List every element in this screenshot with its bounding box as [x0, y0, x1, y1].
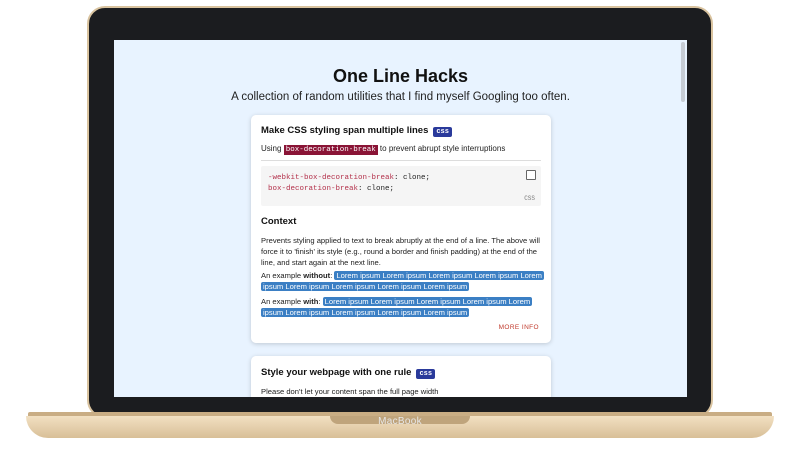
example-separator: : — [318, 297, 323, 306]
code-block: -webkit-box-decoration-break: clone; box… — [261, 166, 541, 206]
card-description: Please don't let your content span the f… — [261, 387, 439, 396]
card-title: Make CSS styling span multiple lines — [261, 125, 429, 136]
context-heading: Context — [261, 216, 297, 227]
language-badge: css — [433, 127, 452, 137]
device-brand: MacBook — [378, 416, 422, 427]
card-heading: Make CSS styling span multiple lines css — [261, 125, 452, 137]
using-prefix: Using — [261, 144, 282, 153]
page-title: One Line Hacks — [332, 66, 469, 86]
code-value: : clone; — [358, 185, 395, 193]
code-value: : clone; — [394, 174, 431, 182]
example-keyword: without — [303, 271, 331, 280]
screen: One Line Hacks A collection of random ut… — [114, 40, 687, 397]
inline-code: box-decoration-break — [283, 145, 378, 155]
example-prefix: An example — [261, 271, 304, 280]
card-title: Style your webpage with one rule — [261, 367, 412, 378]
code-property: box-decoration-break — [268, 185, 359, 193]
language-badge: css — [416, 369, 436, 379]
more-info-link[interactable]: MORE INFO — [499, 324, 539, 331]
example-keyword: with — [303, 297, 319, 306]
card-description: Using box-decoration-break to prevent ab… — [261, 144, 506, 155]
copy-icon[interactable] — [526, 170, 536, 180]
code-language-label: CSS — [524, 195, 535, 202]
example-with: An example with: Lorem ipsum Lorem ipsum… — [261, 296, 543, 318]
divider — [261, 160, 541, 161]
context-text: Prevents styling applied to text to brea… — [261, 236, 540, 267]
using-suffix: to prevent abrupt style interruptions — [377, 144, 506, 153]
card-heading: Style your webpage with one rule css — [261, 367, 436, 379]
hack-card: Make CSS styling span multiple lines css … — [251, 115, 551, 343]
example-without: An example without: Lorem ipsum Lorem ip… — [261, 270, 544, 292]
code-line: box-decoration-break: clone; — [268, 185, 394, 193]
example-prefix: An example — [261, 297, 304, 306]
code-line: -webkit-box-decoration-break: clone; — [268, 174, 430, 182]
hack-card: Style your webpage with one rule css Plea… — [251, 356, 551, 397]
page-subtitle: A collection of random utilities that I … — [231, 91, 570, 103]
code-property: -webkit-box-decoration-break — [268, 174, 395, 182]
